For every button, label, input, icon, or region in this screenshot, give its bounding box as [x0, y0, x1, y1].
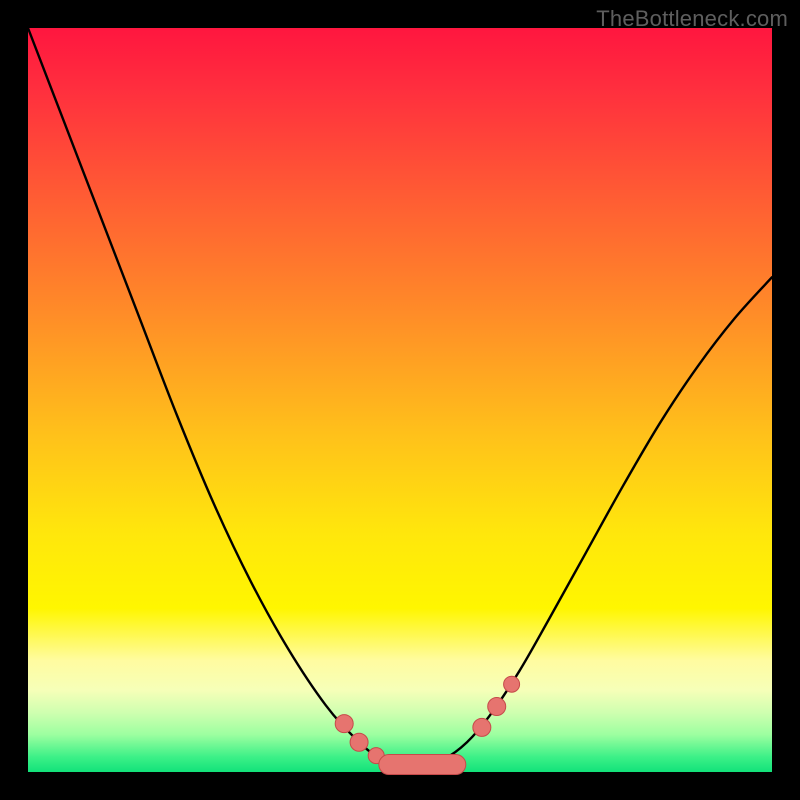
curve-markers [335, 676, 519, 763]
watermark-text: TheBottleneck.com [596, 6, 788, 32]
curve-marker [504, 676, 520, 692]
plot-area [28, 28, 772, 772]
chart-svg [28, 28, 772, 772]
curve-marker [473, 718, 491, 736]
curve-marker [350, 733, 368, 751]
trough-bar [379, 755, 466, 775]
curve-marker [335, 715, 353, 733]
bottleneck-curve [28, 28, 772, 765]
curve-marker [488, 698, 506, 716]
chart-frame: TheBottleneck.com [0, 0, 800, 800]
